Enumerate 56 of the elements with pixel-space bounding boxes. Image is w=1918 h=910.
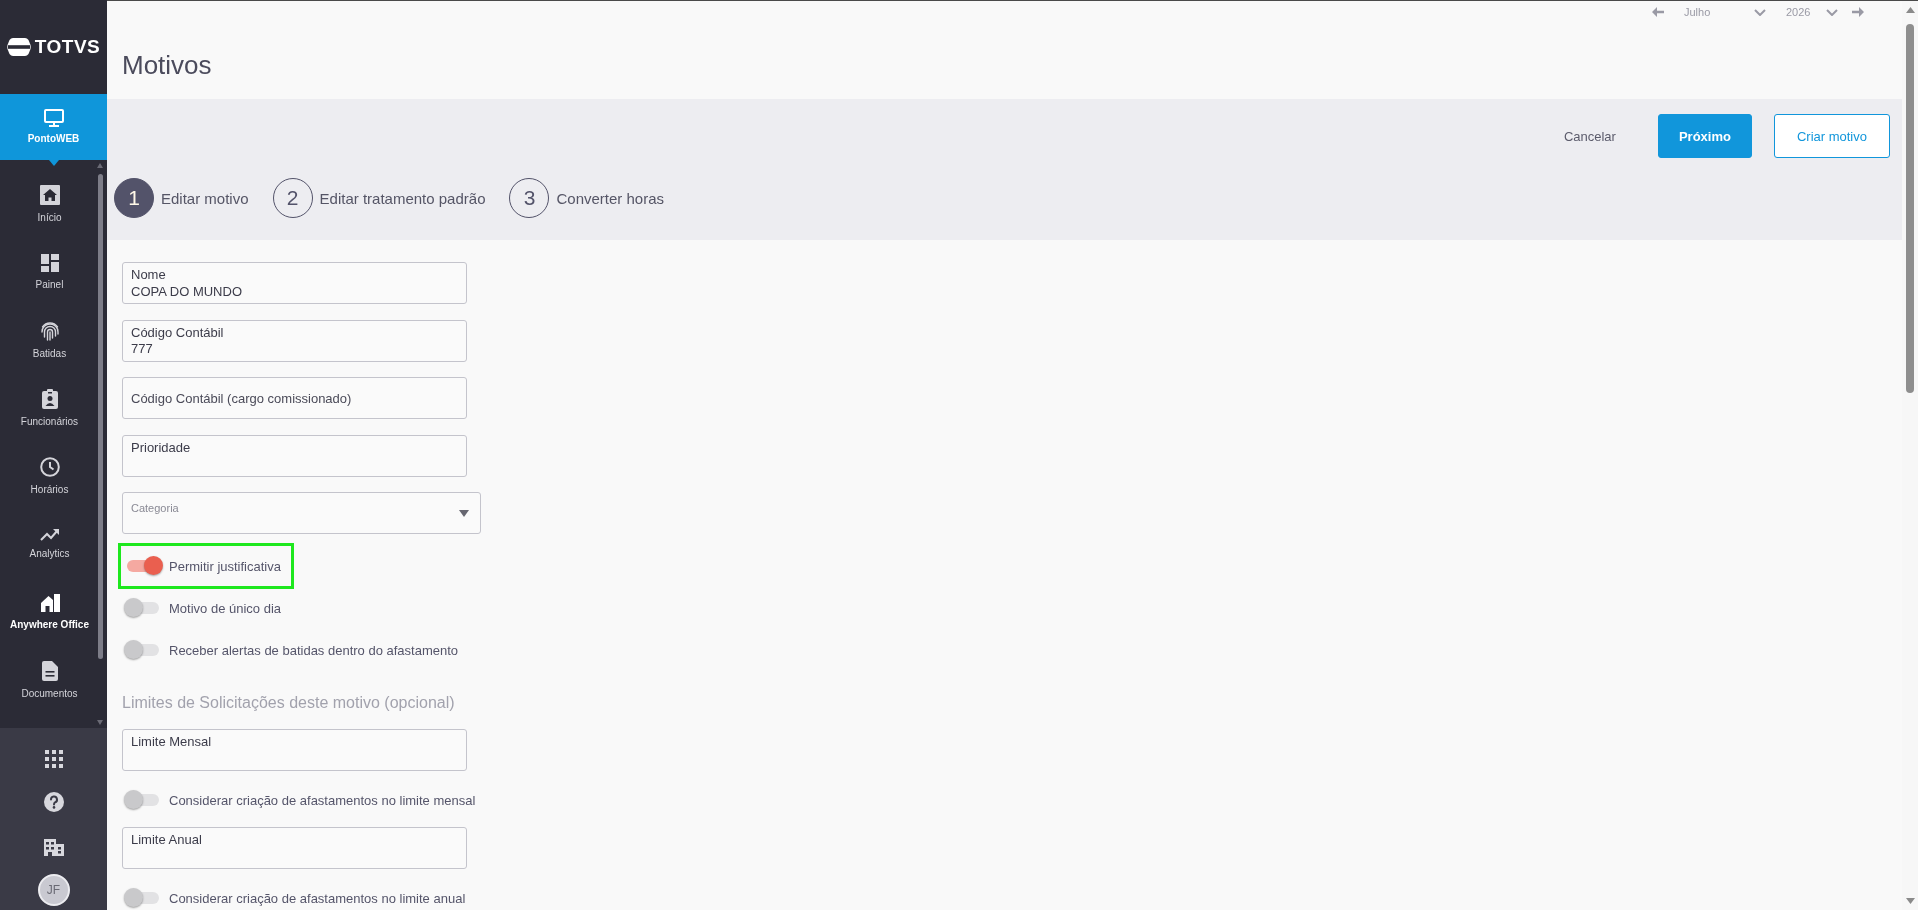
step-number[interactable]: 1 bbox=[114, 178, 154, 218]
text-button[interactable]: Cancelar bbox=[1543, 114, 1636, 158]
nav-item[interactable]: Funcionários bbox=[0, 374, 99, 442]
toggle-label: Permitir justificativa bbox=[169, 558, 281, 574]
toggle-label: Considerar criação de afastamentos no limite anual bbox=[169, 890, 466, 906]
nav-item[interactable]: Documentos bbox=[0, 646, 99, 714]
page-title: Motivos bbox=[122, 50, 213, 80]
nav-item[interactable]: Painel bbox=[0, 238, 99, 306]
step-label: Editar motivo bbox=[161, 189, 249, 207]
nav-item[interactable]: Anywhere Office bbox=[0, 578, 99, 646]
field-label: Nome bbox=[131, 267, 166, 283]
text-field[interactable] bbox=[122, 434, 467, 477]
toggle-label: Considerar criação de afastamentos no limite mensal bbox=[169, 792, 476, 808]
chevron-down-icon bbox=[1826, 8, 1838, 16]
field-label: Prioridade bbox=[131, 439, 191, 456]
text-field[interactable] bbox=[122, 729, 467, 771]
field-label: Categoria bbox=[131, 501, 179, 515]
building-icon[interactable] bbox=[43, 836, 64, 856]
field-label: Limite Anual bbox=[131, 832, 202, 848]
section-heading: Limites de Solicitações deste motivo (opcional) bbox=[122, 693, 455, 713]
document-icon bbox=[41, 660, 58, 681]
dashboard-icon bbox=[40, 253, 59, 272]
toggle-label: Receber alertas de batidas dentro do afastamento bbox=[169, 642, 459, 658]
text-field[interactable]: Código Contábil (cargo comissionado) bbox=[122, 377, 467, 419]
step-label: Editar tratamento padrão bbox=[319, 189, 486, 207]
chevron-down-icon bbox=[1754, 8, 1766, 16]
house-building-icon bbox=[39, 593, 60, 612]
logo-text: TOTVS bbox=[34, 36, 101, 58]
fingerprint-icon bbox=[39, 320, 60, 341]
help-icon[interactable] bbox=[43, 792, 64, 812]
text-field[interactable] bbox=[122, 827, 467, 869]
tab-pointer-icon bbox=[49, 160, 59, 166]
monitor-icon bbox=[43, 109, 64, 127]
scrollbar-thumb[interactable] bbox=[1906, 24, 1914, 393]
scrollbar-thumb[interactable] bbox=[97, 174, 103, 659]
id-badge-icon bbox=[41, 388, 58, 409]
scroll-up-icon[interactable] bbox=[1905, 7, 1915, 13]
step-label: Converter horas bbox=[556, 189, 665, 207]
field-label: Código Contábil bbox=[131, 324, 224, 341]
logo-icon bbox=[6, 37, 31, 57]
arrow-right-icon[interactable] bbox=[1852, 7, 1864, 17]
scroll-up-icon[interactable] bbox=[97, 163, 103, 168]
nav-item[interactable]: Início bbox=[0, 170, 99, 238]
caret-down-icon bbox=[459, 510, 469, 517]
apps-grid-icon[interactable] bbox=[44, 750, 63, 768]
nav-item[interactable]: Horários bbox=[0, 442, 99, 510]
nav-item[interactable]: Batidas bbox=[0, 306, 99, 374]
scroll-down-icon[interactable] bbox=[1905, 898, 1915, 904]
field-label: Limite Mensal bbox=[131, 734, 212, 750]
arrow-left-icon[interactable] bbox=[1652, 7, 1664, 17]
clock-icon bbox=[39, 456, 60, 477]
home-icon bbox=[39, 184, 60, 205]
scroll-down-icon[interactable] bbox=[97, 720, 103, 725]
nav-item[interactable]: Analytics bbox=[0, 510, 99, 578]
toggle-label: Motivo de único dia bbox=[169, 600, 281, 616]
trending-up-icon bbox=[39, 528, 60, 541]
